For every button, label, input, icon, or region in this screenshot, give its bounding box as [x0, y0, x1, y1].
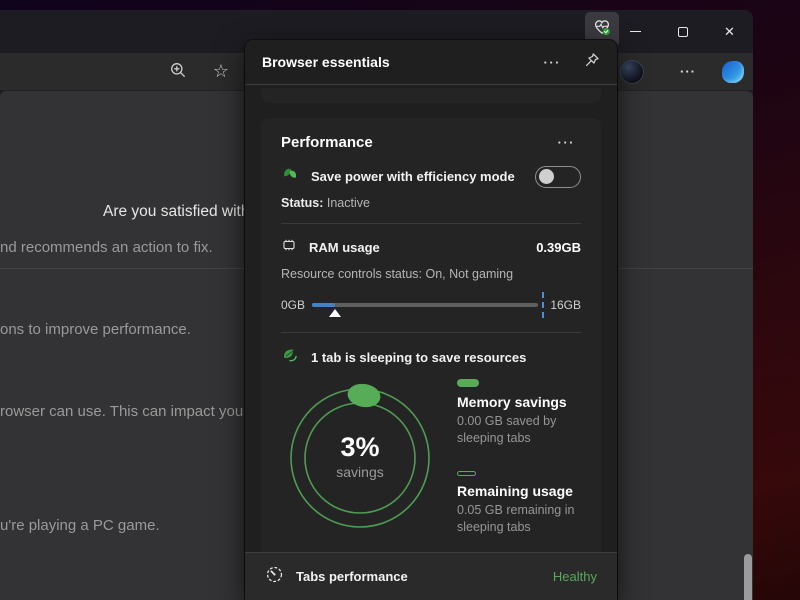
savings-caption: savings — [336, 464, 383, 480]
memory-savings-title: Memory savings — [457, 394, 581, 410]
memory-savings-swatch — [457, 379, 479, 387]
close-icon: ✕ — [724, 25, 735, 38]
pin-button[interactable] — [581, 51, 603, 73]
savings-donut: 3% savings — [281, 377, 439, 535]
ram-usage-label: RAM usage — [309, 240, 524, 255]
window-controls: ✕ — [612, 10, 753, 53]
legend-remaining-usage: Remaining usage 0.05 GB remaining in sle… — [457, 471, 581, 535]
ram-usage-value: 0.39GB — [536, 240, 581, 255]
tabs-performance-row[interactable]: Tabs performance Healthy — [245, 552, 617, 600]
slider-thumb-icon[interactable] — [329, 309, 341, 317]
efficiency-mode-label: Save power with efficiency mode — [311, 169, 523, 184]
legend-memory-savings: Memory savings 0.00 GB saved by sleeping… — [457, 379, 581, 446]
page-text-line: nd recommends an action to fix. — [0, 239, 213, 256]
minimize-icon — [630, 31, 641, 33]
chart-legend: Memory savings 0.00 GB saved by sleeping… — [439, 377, 581, 535]
favorites-button[interactable]: ☆ — [210, 59, 232, 83]
performance-card: Performance ··· Save power with efficien… — [261, 118, 601, 555]
pin-icon — [584, 52, 600, 73]
heart-pulse-icon — [592, 17, 612, 42]
page-text-line: ons to improve performance. — [0, 321, 191, 338]
flyout-header-divider — [245, 84, 617, 85]
flyout-title: Browser essentials — [262, 54, 524, 70]
flyout-more-button[interactable]: ··· — [538, 53, 568, 72]
sleeping-leaf-icon — [281, 346, 299, 369]
tabs-performance-label: Tabs performance — [296, 569, 541, 584]
status-label: Status: — [281, 196, 323, 210]
close-button[interactable]: ✕ — [706, 10, 753, 53]
performance-more-button[interactable]: ··· — [552, 133, 582, 152]
slider-max-marker — [542, 292, 544, 318]
card-divider — [281, 332, 581, 333]
sleeping-tabs-label: 1 tab is sleeping to save resources — [311, 350, 526, 365]
zoom-button[interactable] — [168, 62, 188, 82]
remaining-usage-swatch — [457, 471, 476, 476]
maximize-button[interactable] — [659, 10, 706, 53]
remaining-usage-desc: 0.05 GB remaining in sleeping tabs — [457, 502, 581, 535]
previous-card-bottom — [261, 88, 601, 103]
remaining-usage-title: Remaining usage — [457, 483, 581, 499]
flyout-header: Browser essentials ··· — [245, 40, 617, 84]
ram-chip-icon — [281, 237, 297, 258]
savings-percent: 3% — [340, 432, 379, 463]
efficiency-status: Status: Inactive — [281, 196, 581, 210]
slider-track[interactable] — [312, 303, 538, 307]
range-min-label: 0GB — [281, 298, 305, 312]
slider-fill — [312, 303, 335, 307]
settings-more-button[interactable]: ··· — [674, 61, 702, 81]
ram-usage-slider: 0GB 16GB — [281, 291, 581, 319]
efficiency-leaf-icon — [281, 165, 299, 188]
resource-controls-status: Resource controls status: On, Not gaming — [281, 267, 581, 281]
tabs-performance-status: Healthy — [553, 569, 597, 584]
desktop: { "icons": { "close_glyph": "✕", "star_g… — [0, 0, 800, 600]
ellipsis-icon: ··· — [544, 55, 562, 70]
star-icon: ☆ — [213, 61, 229, 82]
minimize-button[interactable] — [612, 10, 659, 53]
savings-chart: 3% savings Memory savings 0.00 GB saved … — [281, 377, 581, 535]
memory-savings-desc: 0.00 GB saved by sleeping tabs — [457, 413, 581, 446]
ellipsis-icon: ··· — [558, 135, 576, 150]
card-divider — [281, 223, 581, 224]
performance-title: Performance — [281, 134, 552, 151]
ellipsis-icon: ··· — [680, 64, 696, 79]
gauge-icon — [265, 565, 284, 589]
status-value: Inactive — [327, 196, 370, 210]
zoom-in-icon — [169, 61, 187, 84]
maximize-icon — [678, 27, 688, 37]
page-text-line: rowser can use. This can impact your bro — [0, 403, 274, 420]
range-max-label: 16GB — [550, 298, 581, 312]
copilot-button[interactable] — [722, 61, 744, 83]
page-text-line: u're playing a PC game. — [0, 517, 160, 534]
profile-avatar[interactable] — [620, 60, 644, 84]
browser-essentials-flyout: Browser essentials ··· Performance ··· — [245, 40, 617, 600]
flyout-content: Performance ··· Save power with efficien… — [245, 88, 617, 555]
efficiency-mode-toggle[interactable] — [535, 166, 581, 188]
page-scrollbar-thumb[interactable] — [744, 554, 752, 600]
toggle-knob — [539, 169, 554, 184]
